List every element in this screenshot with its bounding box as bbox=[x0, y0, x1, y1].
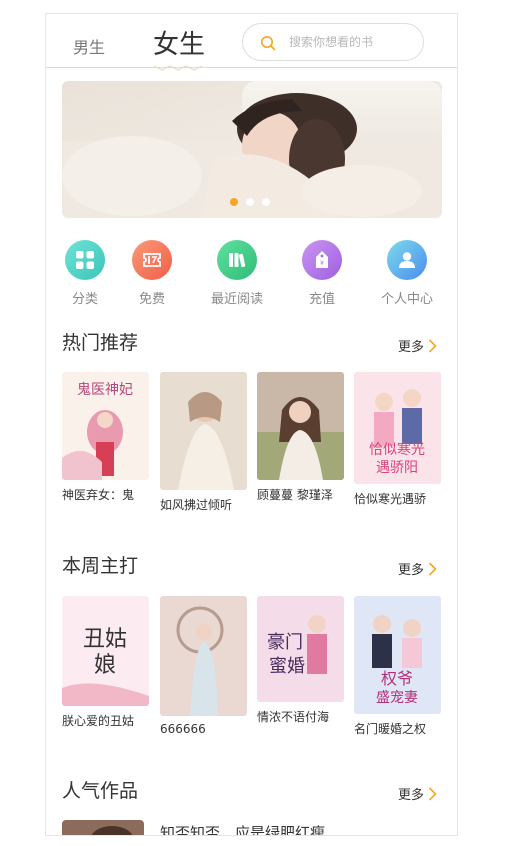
carousel-dot[interactable] bbox=[246, 198, 254, 206]
book-title: 神医弃女：鬼 bbox=[62, 488, 135, 502]
chevron-right-icon bbox=[428, 338, 437, 353]
category-profile[interactable]: 个人中心 bbox=[362, 240, 452, 307]
svg-text:遇骄阳: 遇骄阳 bbox=[376, 460, 418, 476]
top-bar: 男生 女生 bbox=[46, 14, 457, 71]
tab-male[interactable]: 男生 bbox=[73, 34, 105, 58]
books-icon bbox=[217, 240, 257, 280]
carousel-dot[interactable] bbox=[230, 198, 238, 206]
book-list-hot: 鬼医神妃 神医弃女：鬼 如风拂过倾听 顾蔓蔓 黎瑾泽 恰似寒光 遇骄阳 恰似寒光… bbox=[62, 372, 442, 522]
search-box[interactable] bbox=[242, 23, 424, 61]
section-title-hot: 热门推荐 bbox=[62, 332, 139, 354]
more-label: 更多 bbox=[397, 563, 424, 578]
book-cover: 丑姑 娘 bbox=[62, 596, 149, 706]
category-recharge[interactable]: ¥ 充值 bbox=[277, 240, 367, 307]
book-cover: 鬼医神妃 bbox=[62, 372, 149, 480]
more-label: 更多 bbox=[397, 340, 424, 355]
tab-female[interactable]: 女生 bbox=[153, 24, 205, 61]
book-title: 情浓不语付海 bbox=[257, 710, 330, 724]
book-card[interactable]: 丑姑 娘 朕心爱的丑姑 bbox=[62, 596, 149, 729]
book-title: 名门暖婚之权 bbox=[354, 722, 427, 736]
category-label: 最近阅读 bbox=[210, 292, 263, 307]
chevron-right-icon bbox=[428, 786, 437, 801]
book-title: 顾蔓蔓 黎瑾泽 bbox=[257, 488, 333, 502]
user-icon bbox=[387, 240, 427, 280]
category-label: 免费 bbox=[138, 292, 165, 307]
chevron-right-icon bbox=[428, 561, 437, 576]
active-tab-indicator bbox=[154, 65, 202, 71]
svg-text:豪门: 豪门 bbox=[267, 632, 303, 653]
category-label: 充值 bbox=[308, 292, 335, 307]
book-title: 朕心爱的丑姑 bbox=[62, 714, 135, 728]
ticket-icon bbox=[132, 240, 172, 280]
banner-carousel[interactable] bbox=[62, 81, 442, 218]
book-card[interactable]: 恰似寒光 遇骄阳 恰似寒光遇骄 bbox=[354, 372, 441, 507]
category-nav: 分类 免费 最近阅读 ¥ 充值 个人中心 bbox=[46, 240, 457, 310]
book-card[interactable]: 顾蔓蔓 黎瑾泽 bbox=[257, 372, 344, 503]
book-card[interactable]: 鬼医神妃 神医弃女：鬼 bbox=[62, 372, 149, 503]
svg-text:¥: ¥ bbox=[320, 260, 324, 267]
svg-text:盛宠妻: 盛宠妻 bbox=[376, 690, 418, 706]
svg-text:鬼医神妃: 鬼医神妃 bbox=[77, 382, 133, 398]
book-title: 如风拂过倾听 bbox=[160, 498, 233, 512]
grid-icon bbox=[65, 240, 105, 280]
book-cover: 恰似寒光 遇骄阳 bbox=[354, 372, 441, 484]
book-card[interactable]: 豪门 蜜婚 情浓不语付海 bbox=[257, 596, 344, 725]
book-card[interactable]: 权爷 盛宠妻 名门暖婚之权 bbox=[354, 596, 441, 737]
book-cover: 豪门 蜜婚 bbox=[257, 596, 344, 702]
search-input[interactable] bbox=[289, 32, 414, 52]
category-label: 个人中心 bbox=[380, 292, 433, 307]
book-list-weekly: 丑姑 娘 朕心爱的丑姑 666666 豪门 蜜婚 情浓不语付海 权爷 盛宠妻 名… bbox=[62, 596, 442, 746]
book-title[interactable]: 知否知否，应是绿肥红瘦 bbox=[160, 822, 325, 835]
svg-text:恰似寒光: 恰似寒光 bbox=[369, 441, 425, 458]
section-title-weekly: 本周主打 bbox=[62, 555, 139, 577]
price-tag-icon: ¥ bbox=[302, 240, 342, 280]
category-recent[interactable]: 最近阅读 bbox=[192, 240, 282, 307]
book-cover[interactable] bbox=[62, 820, 144, 835]
carousel-dot[interactable] bbox=[262, 198, 270, 206]
svg-text:娘: 娘 bbox=[94, 653, 116, 678]
svg-text:权爷: 权爷 bbox=[381, 669, 413, 688]
book-cover bbox=[160, 372, 247, 490]
book-cover: 权爷 盛宠妻 bbox=[354, 596, 441, 714]
search-icon bbox=[261, 36, 276, 51]
book-card[interactable]: 666666 bbox=[160, 596, 247, 736]
carousel-dots bbox=[230, 198, 270, 206]
more-link-hot[interactable]: 更多 bbox=[398, 336, 437, 355]
book-card[interactable]: 如风拂过倾听 bbox=[160, 372, 247, 513]
app-screen: 男生 女生 搜索你想看的书 分类 免费 最近阅读 ¥ 充值 个人中心 热门推荐 … bbox=[45, 13, 458, 836]
svg-text:蜜婚: 蜜婚 bbox=[269, 656, 305, 677]
more-link-popular[interactable]: 更多 bbox=[398, 784, 437, 803]
more-label: 更多 bbox=[397, 788, 424, 803]
book-cover bbox=[257, 372, 344, 480]
book-cover bbox=[160, 596, 247, 716]
book-title: 恰似寒光遇骄 bbox=[354, 492, 427, 506]
book-title: 666666 bbox=[160, 722, 206, 736]
category-free[interactable]: 免费 bbox=[107, 240, 197, 307]
section-title-popular: 人气作品 bbox=[62, 780, 139, 802]
svg-text:丑姑: 丑姑 bbox=[83, 627, 127, 652]
more-link-weekly[interactable]: 更多 bbox=[398, 559, 437, 578]
